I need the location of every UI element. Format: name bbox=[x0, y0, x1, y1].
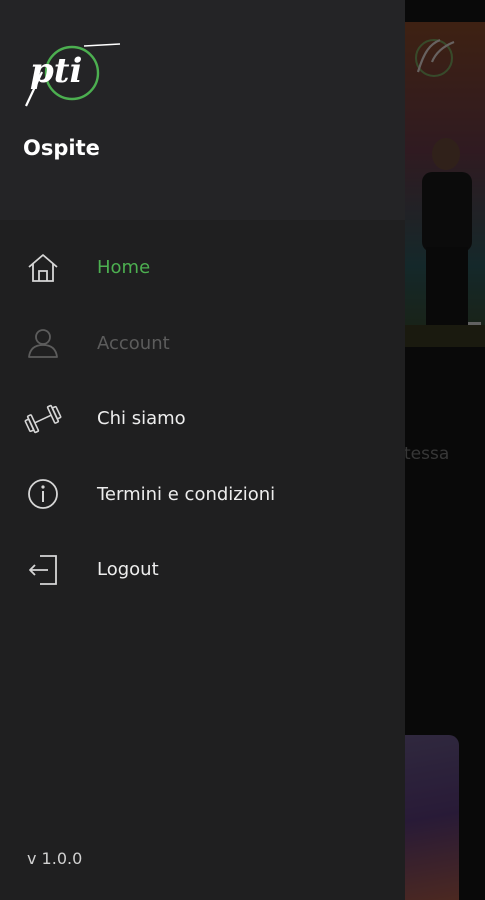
menu-item-label: Logout bbox=[97, 559, 159, 581]
menu-item-label: Account bbox=[97, 332, 170, 354]
menu-item-label: Termini e condizioni bbox=[97, 483, 276, 505]
menu-item-account[interactable]: Account bbox=[0, 306, 405, 382]
dumbbell-icon bbox=[24, 404, 62, 433]
menu-item-termini[interactable]: Termini e condizioni bbox=[0, 457, 405, 533]
navigation-drawer: pti Ospite Home Account Chi siamo Termin… bbox=[0, 0, 405, 900]
app-version: v 1.0.0 bbox=[27, 849, 83, 868]
menu-item-label: Home bbox=[97, 257, 151, 279]
user-name: Ospite bbox=[23, 136, 100, 160]
info-icon bbox=[28, 479, 58, 510]
drawer-header: pti Ospite bbox=[0, 0, 405, 220]
menu-item-logout[interactable]: Logout bbox=[0, 532, 405, 608]
home-icon bbox=[28, 253, 58, 282]
drawer-menu: Home Account Chi siamo Termini e condizi… bbox=[0, 230, 405, 608]
logo-wordmark: pti bbox=[30, 51, 82, 91]
logout-icon bbox=[29, 554, 57, 585]
user-icon bbox=[28, 329, 58, 359]
menu-item-chi-siamo[interactable]: Chi siamo bbox=[0, 381, 405, 457]
menu-item-home[interactable]: Home bbox=[0, 230, 405, 306]
menu-item-label: Chi siamo bbox=[97, 408, 186, 430]
pti-logo: pti bbox=[25, 43, 121, 107]
